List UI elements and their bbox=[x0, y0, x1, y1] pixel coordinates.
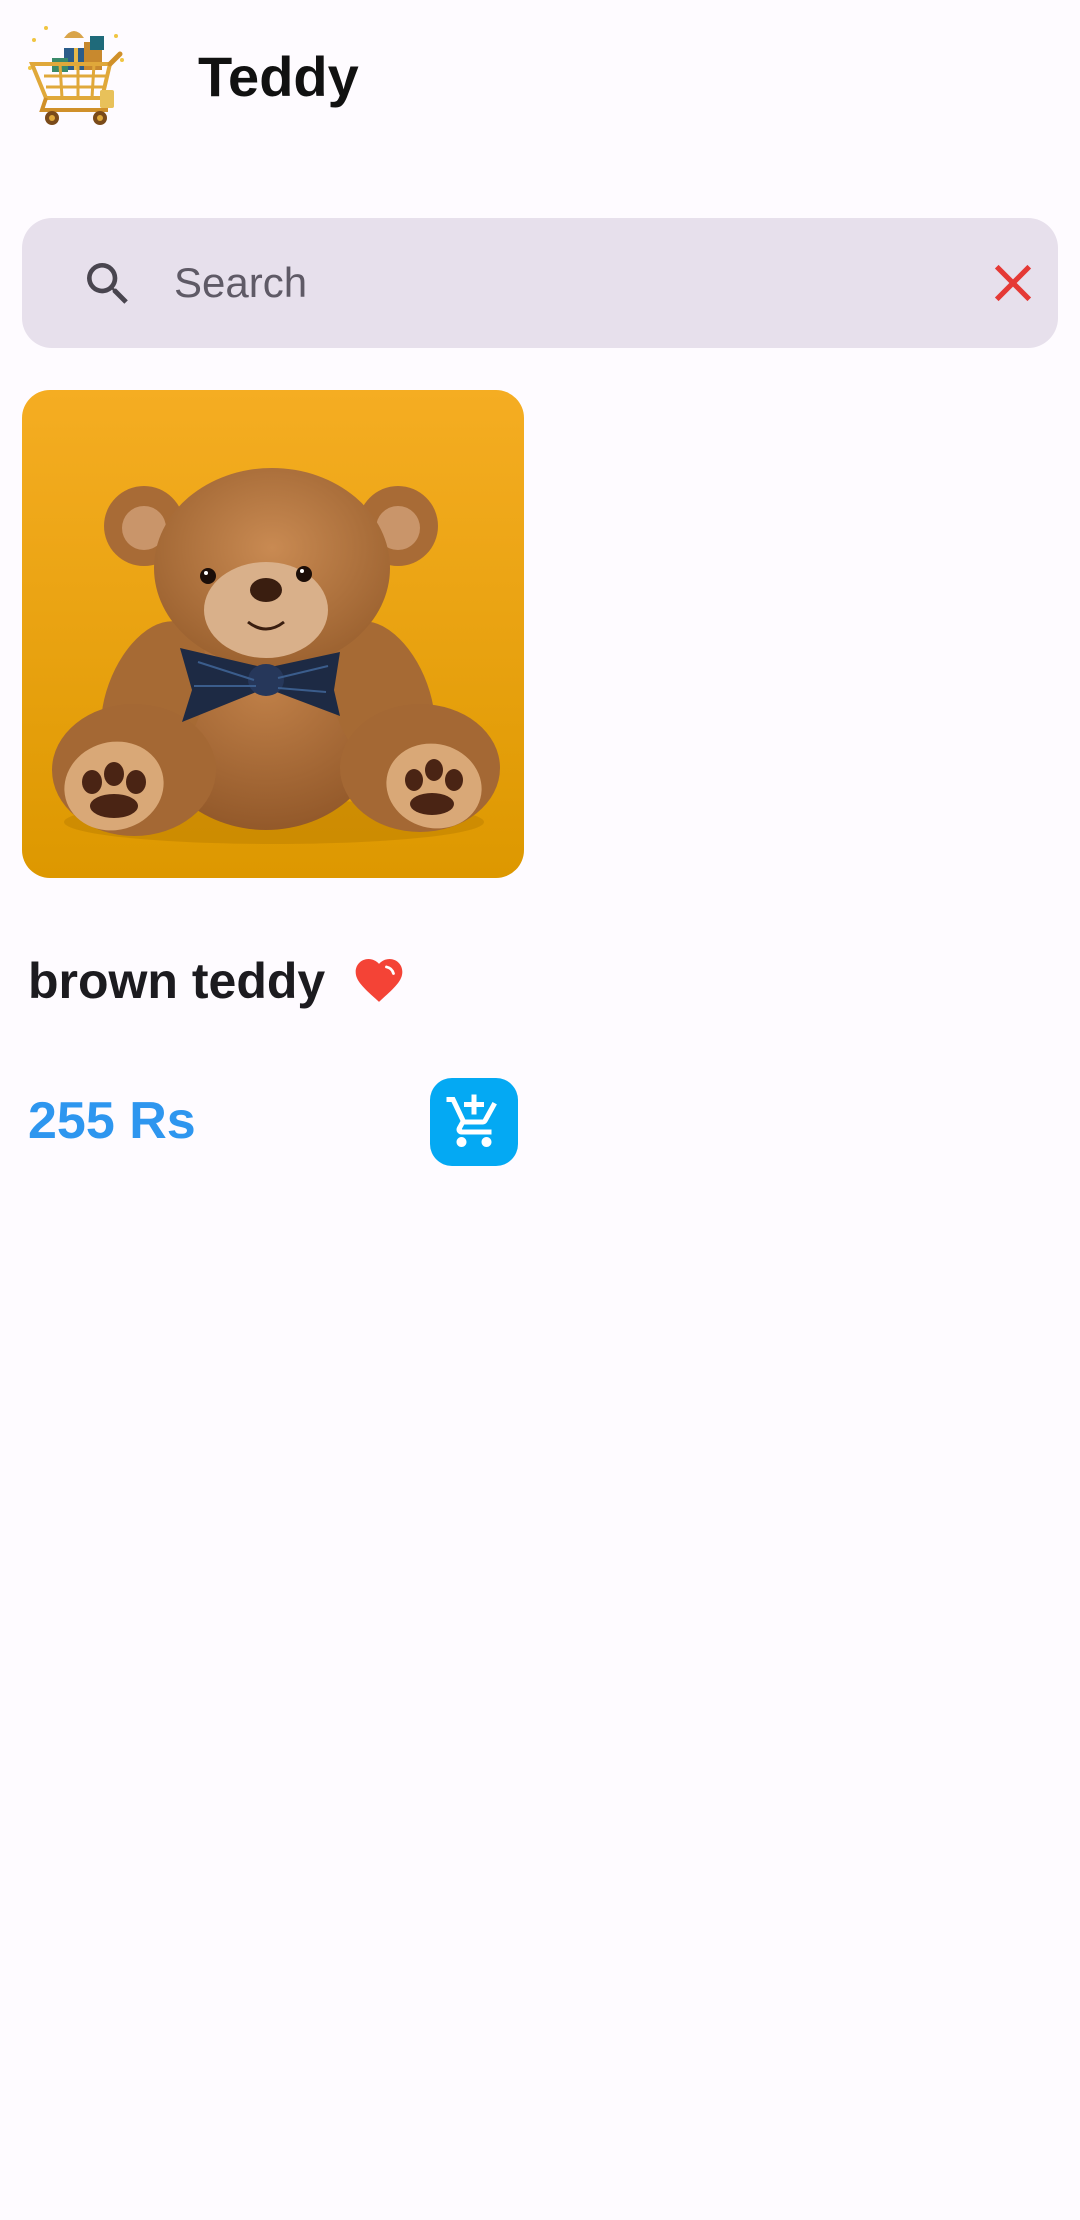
product-image[interactable] bbox=[22, 390, 524, 878]
app-bar: Teddy bbox=[0, 0, 1080, 160]
product-price: 255 Rs bbox=[28, 1092, 196, 1150]
page-title: Teddy bbox=[198, 45, 359, 108]
heart-icon[interactable] bbox=[350, 952, 408, 1008]
search-bar[interactable] bbox=[22, 218, 1058, 348]
close-icon[interactable] bbox=[982, 252, 1044, 314]
add-shopping-cart-icon bbox=[446, 1094, 497, 1147]
product-name: brown teddy bbox=[28, 953, 326, 1009]
search-icon[interactable] bbox=[80, 256, 136, 312]
product-card[interactable]: brown teddy 255 Rs bbox=[22, 390, 524, 1190]
search-input[interactable] bbox=[154, 248, 974, 318]
add-to-cart-button[interactable] bbox=[430, 1078, 518, 1166]
shopping-cart-logo-icon bbox=[24, 20, 128, 130]
